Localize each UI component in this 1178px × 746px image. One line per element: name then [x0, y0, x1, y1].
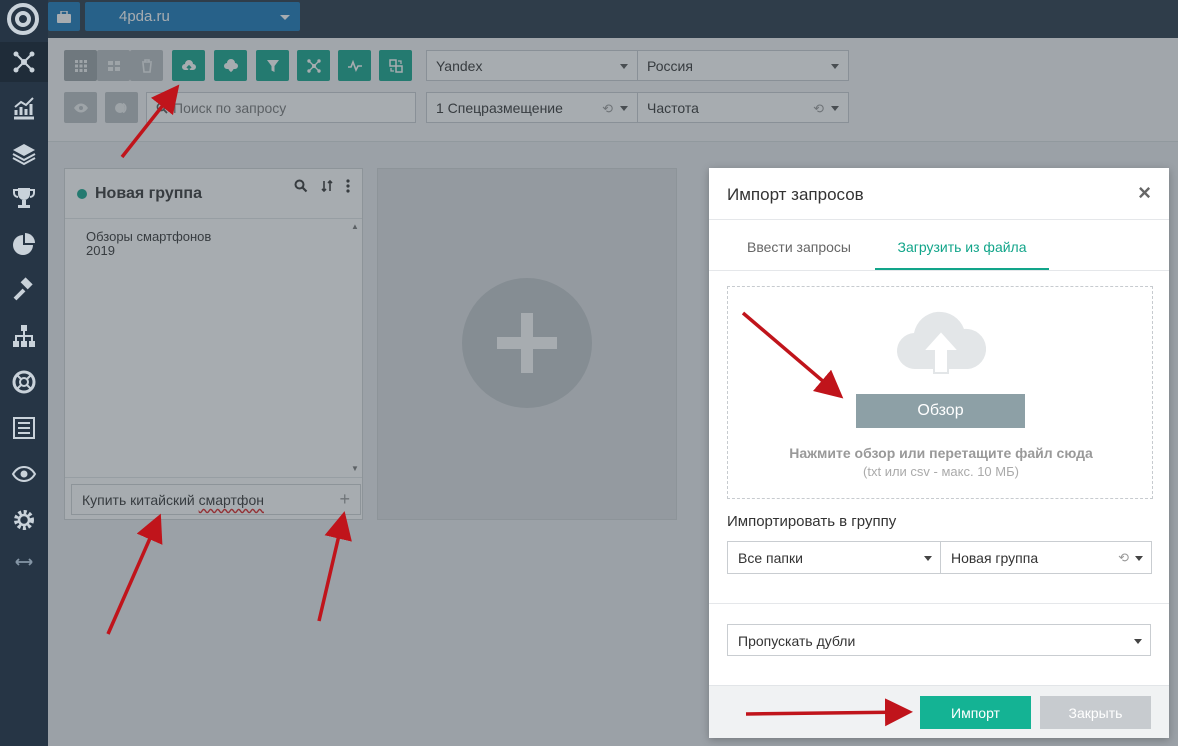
duplicates-value: Пропускать дубли: [738, 633, 856, 649]
chevron-down-icon: [1135, 556, 1143, 561]
app-logo[interactable]: [6, 2, 40, 36]
browse-button[interactable]: Обзор: [856, 394, 1025, 428]
import-button[interactable]: Импорт: [920, 696, 1031, 729]
target-group-value: Новая группа: [951, 550, 1039, 566]
drop-file-limits: (txt или csv - макс. 10 МБ): [863, 464, 1019, 479]
cloud-upload-icon: [896, 311, 987, 374]
gear-icon[interactable]: [0, 500, 48, 540]
report-icon[interactable]: [0, 408, 48, 448]
trophy-icon[interactable]: [0, 178, 48, 218]
left-sidebar: [0, 0, 48, 746]
file-dropzone[interactable]: Обзор Нажмите обзор или перетащите файл …: [727, 286, 1153, 499]
lifebuoy-icon[interactable]: [0, 362, 48, 402]
browse-label: Обзор: [917, 402, 964, 419]
tab-upload-label: Загрузить из файла: [897, 239, 1027, 255]
chevron-down-icon: [924, 556, 932, 561]
chevron-down-icon: [1134, 639, 1142, 644]
folder-value: Все папки: [738, 550, 803, 566]
import-modal: Импорт запросов × Ввести запросы Загрузи…: [709, 168, 1169, 738]
gavel-icon[interactable]: [0, 270, 48, 310]
sync-icon: ⟲: [1118, 550, 1129, 565]
modal-footer: Импорт Закрыть: [709, 685, 1169, 738]
drop-hint: Нажмите обзор или перетащите файл сюда: [789, 445, 1093, 461]
divider: [709, 603, 1169, 604]
close-button[interactable]: Закрыть: [1040, 696, 1151, 729]
target-group-select[interactable]: Новая группа ⟲: [940, 541, 1152, 574]
pie-icon[interactable]: [0, 224, 48, 264]
tab-enter-label: Ввести запросы: [747, 239, 851, 255]
close-icon[interactable]: ×: [1138, 182, 1151, 204]
modal-title: Импорт запросов: [727, 185, 864, 204]
import-label: Импорт: [951, 704, 1000, 721]
network-icon[interactable]: [0, 42, 48, 82]
modal-tabs: Ввести запросы Загрузить из файла: [709, 220, 1169, 271]
eye-icon[interactable]: [0, 454, 48, 494]
import-to-group-label: Импортировать в группу: [727, 513, 897, 530]
modal-header: Импорт запросов ×: [709, 168, 1169, 220]
close-label: Закрыть: [1068, 704, 1123, 721]
tab-upload-file[interactable]: Загрузить из файла: [875, 220, 1049, 270]
tab-enter-queries[interactable]: Ввести запросы: [747, 220, 860, 270]
expand-icon[interactable]: [0, 542, 48, 582]
duplicates-select[interactable]: Пропускать дубли: [727, 624, 1151, 656]
sitemap-icon[interactable]: [0, 316, 48, 356]
folder-select[interactable]: Все папки: [727, 541, 941, 574]
chart-icon[interactable]: [0, 88, 48, 128]
layers-icon[interactable]: [0, 134, 48, 174]
